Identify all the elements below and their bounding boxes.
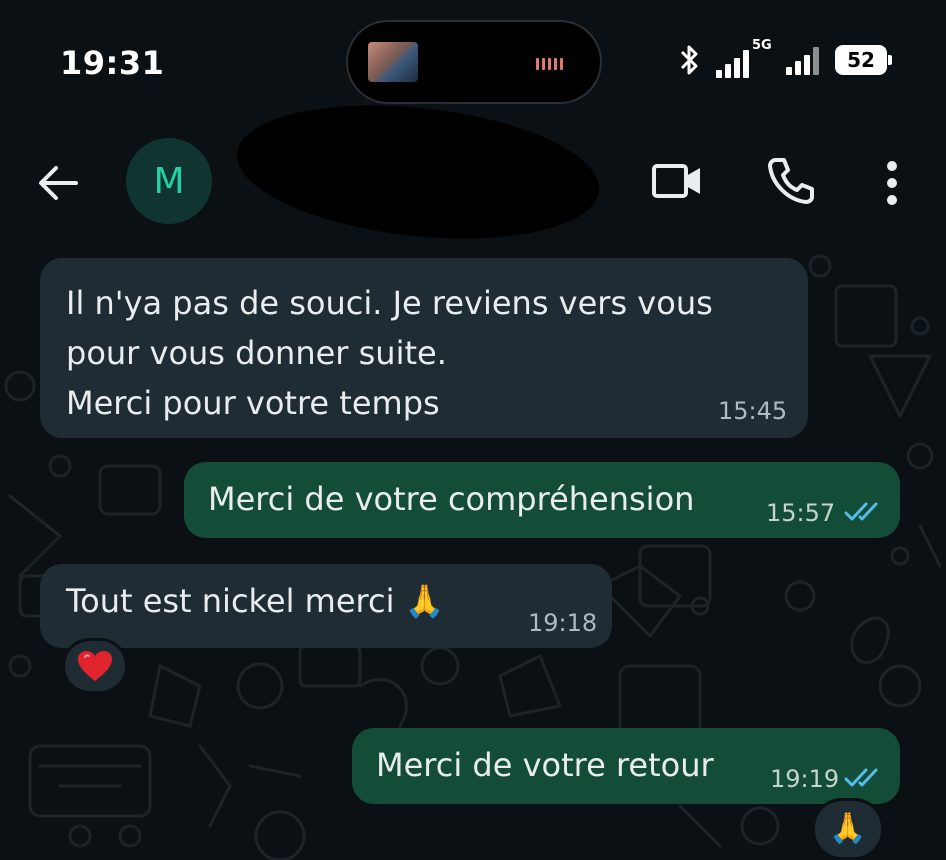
message-text: Merci de votre retour: [376, 746, 714, 784]
chat-header: M: [0, 89, 946, 255]
message-text: Il n'ya pas de souci. Je reviens vers vo…: [66, 284, 713, 422]
signal-strength-icon-2: [786, 45, 819, 75]
battery-icon: 52: [835, 45, 892, 75]
message-time: 19:19: [770, 765, 840, 793]
read-receipt-icon: [844, 502, 878, 521]
video-call-icon[interactable]: [650, 158, 704, 204]
read-receipt-icon: [844, 768, 878, 787]
more-options-icon[interactable]: [872, 156, 912, 210]
reaction-folded-hands-badge[interactable]: 🙏: [812, 798, 884, 860]
signal-5g-group: 5G: [712, 38, 772, 80]
heart-icon: [78, 651, 112, 681]
message-bubble-outgoing[interactable]: Merci de votre compréhension 15:57: [184, 462, 900, 538]
message-text: Tout est nickel merci 🙏: [66, 582, 445, 620]
contact-avatar[interactable]: M: [126, 138, 212, 224]
message-time: 15:45: [718, 397, 788, 425]
signal-strength-icon: [716, 48, 749, 78]
dynamic-island[interactable]: [346, 20, 602, 104]
battery-level: 52: [847, 48, 875, 72]
status-indicators: 5G 52: [676, 38, 892, 80]
audio-activity-icon: [536, 58, 563, 70]
chat-message-list[interactable]: Il n'ya pas de souci. Je reviens vers vo…: [0, 246, 946, 860]
reaction-heart-badge[interactable]: [62, 638, 128, 694]
message-bubble-incoming[interactable]: Tout est nickel merci 🙏 19:18: [40, 564, 612, 648]
message-text: Merci de votre compréhension: [208, 480, 695, 518]
message-time: 19:18: [528, 609, 598, 637]
message-bubble-outgoing[interactable]: Merci de votre retour 19:19: [352, 728, 900, 804]
status-clock: 19:31: [60, 44, 165, 82]
back-arrow-icon[interactable]: [34, 158, 84, 208]
message-time: 15:57: [766, 499, 836, 527]
phone-call-icon[interactable]: [764, 154, 818, 208]
network-type-label: 5G: [752, 38, 772, 53]
media-thumbnail: [368, 42, 418, 82]
bluetooth-icon: [680, 45, 698, 75]
message-bubble-incoming[interactable]: Il n'ya pas de souci. Je reviens vers vo…: [40, 258, 808, 438]
status-bar: 19:31 5G 52: [0, 0, 946, 120]
folded-hands-icon: 🙏: [829, 811, 867, 846]
